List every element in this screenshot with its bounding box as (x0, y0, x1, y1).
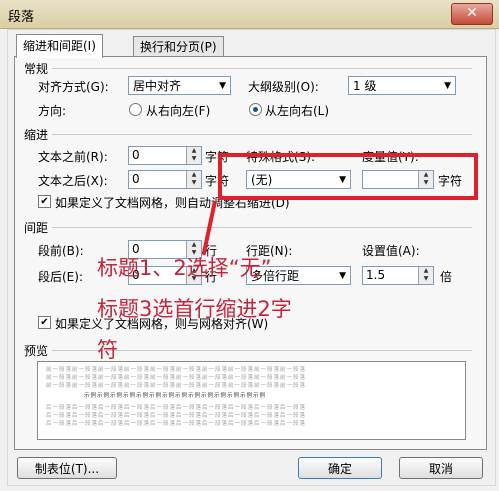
align-select[interactable]: 居中对齐 ▼ (128, 76, 231, 95)
indent-before-value: 0 (132, 148, 140, 162)
spinner-buttons[interactable]: ▲ ▼ (186, 147, 201, 164)
arrow-down-icon[interactable]: ▼ (187, 155, 201, 163)
indent-after-label: 文本之后(X): (38, 174, 108, 188)
rtl-radio[interactable] (129, 103, 142, 116)
annotation-text: 标题1、2选择“无” (97, 256, 272, 280)
chevron-down-icon: ▼ (444, 81, 451, 91)
direction-label: 方向: (38, 104, 67, 118)
outline-value: 1 级 (353, 79, 377, 93)
indent-after-value: 0 (132, 172, 140, 186)
spinner-buttons[interactable]: ▲ ▼ (186, 171, 201, 188)
align-value: 居中对齐 (133, 79, 182, 93)
ltr-radio[interactable] (249, 103, 262, 116)
annotation-text: 标题3选首行缩进2字 (97, 297, 292, 321)
indent-before-spinner[interactable]: 0 ▲ ▼ (128, 146, 202, 165)
outline-select[interactable]: 1 级 ▼ (348, 76, 456, 95)
setting-spinner[interactable]: 1.5 ▲ ▼ (362, 266, 434, 285)
preview-next-line: 后一段落后一段落后一段落后一段落后一段落后一段落后一段落后一段落后一段落后一段落 (46, 405, 307, 411)
spacing-grid-checkbox[interactable]: ✔ (38, 316, 51, 329)
divider (52, 227, 472, 228)
preview-next-line: 后一段落后一段落后一段落后一段落后一段落后一段落后一段落后一段落后一段落后一段落 (46, 413, 307, 419)
setting-unit: 倍 (440, 270, 453, 284)
tab-line-page-breaks[interactable]: 换行和分页(P) (133, 36, 224, 57)
outline-label: 大纲级别(O): (248, 80, 319, 94)
arrow-down-icon[interactable]: ▼ (419, 275, 433, 283)
ltr-label: 从左向右(L) (265, 104, 330, 118)
spacing-section-title: 间距 (24, 221, 49, 235)
preview-sample-line: 示例示例示例示例示例示例示例示例示例示例示例示例示例示例 (84, 393, 267, 399)
indent-before-label: 文本之前(R): (38, 150, 108, 164)
preview-prev-line: 前一段落前一段落前一段落前一段落前一段落前一段落前一段落前一段落前一段落前一段落 (46, 367, 307, 373)
rtl-label: 从右向左(F) (146, 104, 211, 118)
arrow-up-icon[interactable]: ▲ (187, 171, 201, 179)
indent-section-title: 缩进 (24, 128, 49, 142)
arrow-down-icon[interactable]: ▼ (187, 179, 201, 187)
tab-indent-spacing[interactable]: 缩进和间距(I) (16, 34, 103, 58)
title-bar: 段落 ✕ (0, 0, 499, 29)
ok-button[interactable]: 确定 (298, 457, 382, 479)
divider (52, 68, 472, 69)
space-after-label: 段后(E): (38, 270, 83, 284)
divider (52, 134, 472, 135)
preview-next-line: 后一段落后一段落后一段落后一段落后一段落后一段落后一段落后一段落后一段落后一段落 (46, 421, 307, 427)
arrow-up-icon[interactable]: ▲ (187, 241, 201, 249)
close-button[interactable]: ✕ (451, 3, 493, 25)
general-section-title: 常规 (24, 62, 49, 76)
indent-grid-checkbox[interactable]: ✔ (38, 195, 51, 208)
preview-box: 前一段落前一段落前一段落前一段落前一段落前一段落前一段落前一段落前一段落前一段落… (37, 361, 466, 440)
setting-label: 设置值(A): (362, 244, 420, 258)
annotation-text: 符 (97, 338, 118, 362)
annotation-highlight-box (218, 153, 478, 200)
spinner-buttons[interactable]: ▲ ▼ (418, 267, 433, 284)
chevron-down-icon: ▼ (339, 271, 346, 281)
preview-prev-line: 前一段落前一段落前一段落前一段落前一段落前一段落前一段落前一段落前一段落前一段落 (46, 375, 307, 381)
align-label: 对齐方式(G): (38, 80, 109, 94)
arrow-up-icon[interactable]: ▲ (419, 267, 433, 275)
tabs-button[interactable]: 制表位(T)... (17, 457, 117, 479)
window-title: 段落 (8, 10, 35, 25)
chevron-down-icon: ▼ (219, 81, 226, 91)
setting-value: 1.5 (366, 268, 386, 282)
space-before-label: 段前(B): (38, 244, 84, 258)
preview-section-title: 预览 (24, 344, 49, 358)
arrow-up-icon[interactable]: ▲ (187, 147, 201, 155)
indent-after-spinner[interactable]: 0 ▲ ▼ (128, 170, 202, 189)
preview-prev-line: 前一段落前一段落前一段落前一段落前一段落前一段落前一段落前一段落前一段落前一段落 (46, 383, 307, 389)
cancel-button[interactable]: 取消 (399, 457, 483, 479)
